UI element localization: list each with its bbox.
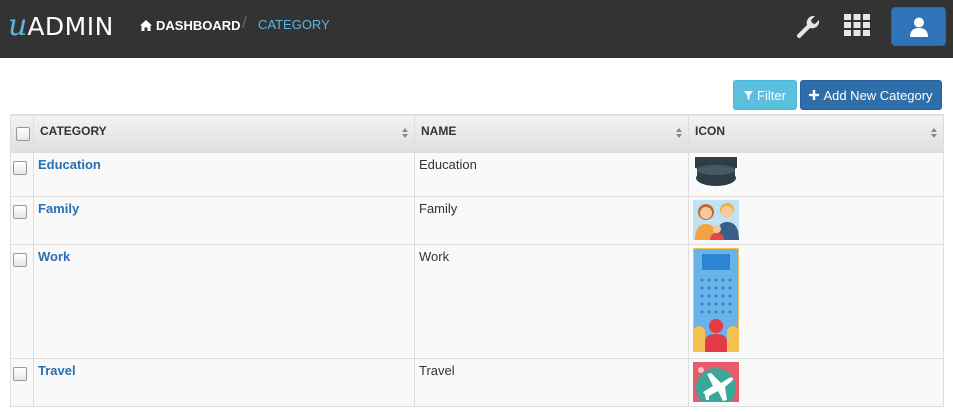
row-check-cell: [10, 196, 34, 245]
category-cell: Travel: [33, 358, 415, 407]
row-check-cell: [10, 358, 34, 407]
icon-cell: [688, 196, 944, 245]
column-header-icon[interactable]: ICON: [688, 114, 944, 153]
category-cell: Family: [33, 196, 415, 245]
select-all-cell: [10, 114, 34, 153]
sort-icon: [676, 128, 682, 138]
select-all-checkbox[interactable]: [16, 127, 30, 141]
sort-icon: [402, 128, 408, 138]
table-row[interactable]: Travel Travel: [10, 358, 944, 408]
apps-menu-button[interactable]: [844, 14, 870, 36]
column-header-name[interactable]: NAME: [414, 114, 689, 153]
column-header-category[interactable]: CATEGORY: [33, 114, 415, 153]
name-cell: Family: [414, 196, 689, 245]
table-header-row: CATEGORY NAME ICON: [10, 114, 944, 153]
table-row[interactable]: Education Education: [10, 152, 944, 197]
office-building-icon: [692, 247, 740, 353]
filter-button[interactable]: Filter: [733, 80, 797, 110]
wrench-icon: [796, 15, 820, 39]
row-checkbox[interactable]: [13, 161, 27, 175]
icon-cell: [688, 244, 944, 359]
filter-label: Filter: [757, 87, 786, 103]
category-link[interactable]: Travel: [38, 363, 76, 378]
plus-icon: [809, 90, 820, 100]
graduation-cap-icon: [693, 156, 739, 186]
category-link[interactable]: Family: [38, 201, 79, 216]
logo-u: u: [8, 8, 28, 43]
column-header-label: ICON: [695, 124, 725, 138]
user-icon: [909, 17, 928, 37]
row-check-cell: [10, 152, 34, 197]
airplane-icon: [693, 362, 739, 408]
breadcrumb-separator: /: [242, 13, 247, 32]
family-icon: [693, 200, 739, 240]
icon-cell: [688, 152, 944, 197]
category-cell: Education: [33, 152, 415, 197]
name-cell: Education: [414, 152, 689, 197]
user-menu-button[interactable]: [891, 7, 946, 46]
row-checkbox[interactable]: [13, 205, 27, 219]
breadcrumb-home[interactable]: DASHBOARD: [140, 16, 241, 34]
row-checkbox[interactable]: [13, 367, 27, 381]
column-header-label: NAME: [421, 124, 457, 138]
logo-text: ADMIN: [27, 12, 114, 41]
icon-cell: [688, 358, 944, 408]
breadcrumb-home-label: DASHBOARD: [156, 17, 241, 33]
row-check-cell: [10, 244, 34, 359]
add-new-category-button[interactable]: Add New Category: [800, 80, 942, 110]
category-link[interactable]: Education: [38, 157, 101, 172]
row-checkbox[interactable]: [13, 253, 27, 267]
table-row[interactable]: Family Family: [10, 196, 944, 245]
app-logo[interactable]: u ADMIN: [8, 9, 114, 43]
column-header-label: CATEGORY: [40, 124, 107, 138]
apps-grid-icon: [844, 14, 870, 36]
breadcrumb-current: CATEGORY: [258, 17, 330, 32]
settings-button[interactable]: [795, 14, 821, 40]
table-row[interactable]: Work Work: [10, 244, 944, 359]
category-cell: Work: [33, 244, 415, 359]
category-table: CATEGORY NAME ICON Education Education F…: [10, 114, 944, 408]
name-cell: Travel: [414, 358, 689, 407]
sort-icon: [931, 128, 937, 138]
name-cell: Work: [414, 244, 689, 359]
category-link[interactable]: Work: [38, 249, 70, 264]
filter-icon: [744, 90, 754, 100]
top-navbar: u ADMIN DASHBOARD / CATEGORY: [0, 0, 953, 58]
home-icon: [140, 19, 152, 31]
add-new-category-label: Add New Category: [823, 87, 933, 103]
